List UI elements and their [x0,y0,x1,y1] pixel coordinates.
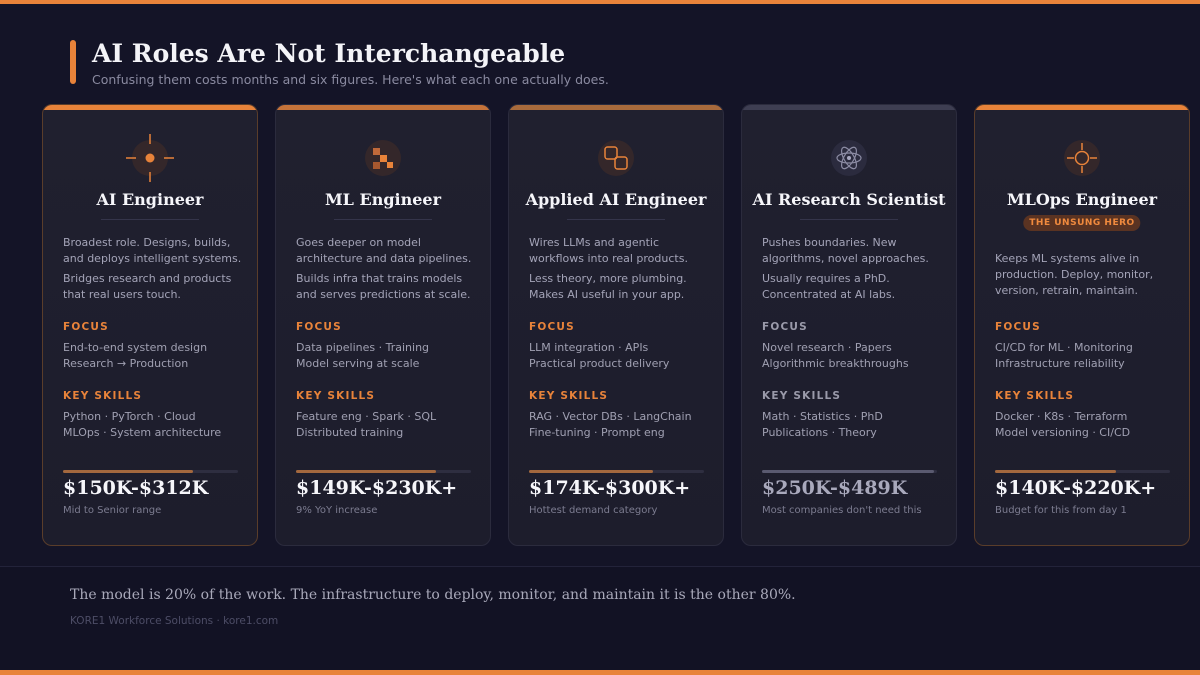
card-top-accent [975,105,1189,110]
key-skills-label: KEY SKILLS [529,390,609,402]
skills-item: Math · Statistics · PhD [762,410,883,423]
skills-item: MLOps · System architecture [63,426,222,439]
focus-label: FOCUS [529,321,575,333]
skills-item: Python · PyTorch · Cloud [63,410,196,423]
skills-item: Model versioning · CI/CD [995,426,1131,439]
skills-item: Distributed training [296,426,404,439]
salary-range: $149K-$230K+ [296,477,458,499]
card-title: Applied AI Engineer [525,190,707,209]
salary-range-bar [529,470,704,473]
crosshair-icon [126,134,174,182]
card-description: Keeps ML systems alive in production. De… [995,252,1154,297]
salary-range-bar-fill [529,470,654,473]
skills-item: Publications · Theory [762,426,877,439]
salary-range: $250K-$489K [762,477,908,499]
salary-range: $150K-$312K [63,477,209,499]
card-title: ML Engineer [324,190,442,209]
role-card-ml-engineer: ML Engineer Goes deeper on model archite… [275,104,491,546]
page-title: AI Roles Are Not Interchangeable [92,39,566,68]
key-skills-label: KEY SKILLS [762,390,842,402]
salary-range: $140K-$220K+ [995,477,1157,499]
focus-label: FOCUS [63,321,109,333]
card-title: MLOps Engineer [1006,190,1158,209]
header-accent-mark [70,40,76,84]
skills-item: Feature eng · Spark · SQL [296,410,437,423]
focus-item: CI/CD for ML · Monitoring [995,341,1133,354]
card-divider [800,219,898,220]
focus-item: Research → Production [63,357,189,370]
connected-squares-icon [598,140,634,176]
focus-item: Novel research · Papers [762,341,892,354]
bottom-accent-bar [0,670,1200,675]
card-title: AI Research Scientist [752,190,946,209]
salary-range-bar [63,470,238,473]
key-skills-label: KEY SKILLS [63,390,143,402]
salary-range-bar-fill [995,470,1116,473]
card-description: Goes deeper on model architecture and da… [296,236,472,265]
salary-range: $174K-$300K+ [529,477,691,499]
card-description-secondary: Builds infra that trains models and serv… [296,272,471,301]
card-description: Broadest role. Designs, builds, and depl… [63,236,242,265]
skills-item: RAG · Vector DBs · LangChain [529,410,692,423]
card-top-accent [509,105,723,110]
salary-note: 9% YoY increase [296,505,378,516]
target-icon [1064,140,1100,176]
focus-item: Practical product delivery [529,357,670,370]
card-divider [567,219,665,220]
unsung-hero-badge: THE UNSUNG HERO [1023,215,1141,231]
focus-label: FOCUS [995,321,1041,333]
salary-note: Most companies don't need this [762,505,922,516]
card-description: Pushes boundaries. New algorithms, novel… [762,236,929,265]
card-description-secondary: Bridges research and products that real … [63,272,232,301]
salary-note: Budget for this from day 1 [995,505,1127,516]
focus-item: LLM integration · APIs [529,341,649,354]
card-top-accent [43,105,257,110]
salary-range-bar-fill [762,470,934,473]
page-subtitle: Confusing them costs months and six figu… [92,72,609,87]
card-top-accent [276,105,490,110]
focus-item: Data pipelines · Training [296,341,430,354]
focus-item: Infrastructure reliability [995,357,1125,370]
card-description: Wires LLMs and agentic workflows into re… [529,236,688,265]
focus-item: Model serving at scale [296,357,420,370]
salary-range-bar [296,470,471,473]
card-description-secondary: Usually requires a PhD. Concentrated at … [762,272,896,301]
card-title: AI Engineer [96,190,204,209]
salary-range-bar-fill [63,470,193,473]
role-card-applied-ai-engineer: Applied AI Engineer Wires LLMs and agent… [508,104,724,546]
focus-item: End-to-end system design [63,341,208,354]
focus-item: Algorithmic breakthroughs [762,357,909,370]
skills-item: Fine-tuning · Prompt eng [529,426,665,439]
key-skills-label: KEY SKILLS [995,390,1075,402]
footer-credit: KORE1 Workforce Solutions · kore1.com [70,615,279,627]
skills-item: Docker · K8s · Terraform [995,410,1128,423]
card-top-accent [742,105,956,110]
card-divider [101,219,199,220]
blocks-icon [365,140,401,176]
atom-icon [831,140,867,176]
focus-label: FOCUS [296,321,342,333]
role-card-mlops-engineer: MLOps Engineer THE UNSUNG HERO Keeps ML … [974,104,1190,546]
footer-quote: The model is 20% of the work. The infras… [70,587,796,603]
salary-range-bar [995,470,1170,473]
focus-label: FOCUS [762,321,808,333]
key-skills-label: KEY SKILLS [296,390,376,402]
salary-note: Mid to Senior range [63,505,162,516]
card-description-secondary: Less theory, more plumbing. Makes AI use… [529,272,687,301]
salary-note: Hottest demand category [529,505,658,516]
role-card-ai-research-scientist: AI Research Scientist Pushes boundaries.… [741,104,957,546]
salary-range-bar [762,470,937,473]
role-card-ai-engineer: AI Engineer Broadest role. Designs, buil… [42,104,258,546]
salary-range-bar-fill [296,470,436,473]
footer: The model is 20% of the work. The infras… [0,566,1200,670]
top-accent-bar [0,0,1200,4]
card-divider [334,219,432,220]
